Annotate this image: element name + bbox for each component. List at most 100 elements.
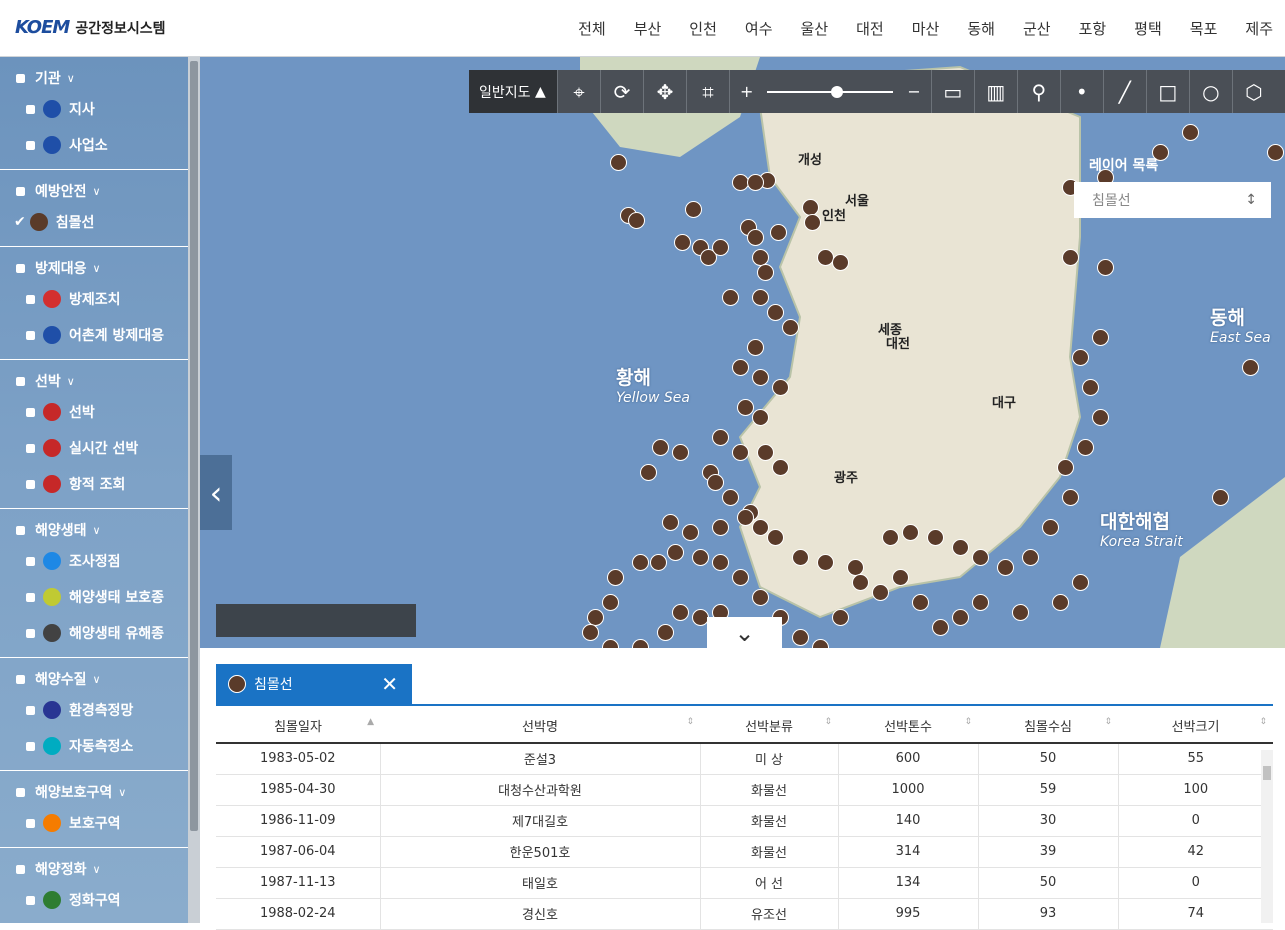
column-header[interactable]: 침몰일자 ▲ (216, 708, 380, 744)
draw-circle-icon[interactable]: ○ (1188, 70, 1232, 113)
shipwreck-marker-icon[interactable] (712, 239, 729, 256)
shipwreck-marker-icon[interactable] (817, 554, 834, 571)
shipwreck-marker-icon[interactable] (640, 464, 657, 481)
shipwreck-marker-icon[interactable] (882, 529, 899, 546)
sort-icon[interactable]: ⇕ (1259, 717, 1267, 727)
shipwreck-marker-icon[interactable] (832, 254, 849, 271)
refresh-icon[interactable]: ⟳ (600, 70, 643, 113)
shipwreck-marker-icon[interactable] (852, 574, 869, 591)
sort-icon[interactable]: ⇕ (1104, 717, 1112, 727)
shipwreck-marker-icon[interactable] (732, 359, 749, 376)
shipwreck-marker-icon[interactable] (737, 509, 754, 526)
sidebar-item[interactable]: 지사 (0, 91, 188, 127)
nav-item[interactable]: 여수 (745, 18, 773, 39)
collapse-panel-button[interactable]: ⌄ (707, 617, 782, 648)
nav-item[interactable]: 목포 (1190, 18, 1218, 39)
layer-select[interactable]: 침몰선 ↕ (1074, 182, 1271, 218)
shipwreck-marker-icon[interactable] (767, 304, 784, 321)
draw-rectangle-icon[interactable]: □ (1145, 70, 1189, 113)
draw-polygon-icon[interactable]: ⬡ (1231, 70, 1275, 113)
shipwreck-marker-icon[interactable] (752, 589, 769, 606)
shipwreck-marker-icon[interactable] (674, 234, 691, 251)
shipwreck-marker-icon[interactable] (650, 554, 667, 571)
shipwreck-marker-icon[interactable] (737, 399, 754, 416)
shipwreck-marker-icon[interactable] (607, 569, 624, 586)
sidebar-item[interactable]: 환경측정망 (0, 692, 188, 728)
column-header[interactable]: 선박분류 ⇕ (700, 708, 838, 744)
column-header[interactable]: 선박톤수 ⇕ (838, 708, 978, 744)
shipwreck-marker-icon[interactable] (652, 439, 669, 456)
zoom-slider-knob[interactable] (831, 85, 844, 98)
sidebar-group-header[interactable]: 해양보호구역 ∨ (0, 779, 188, 805)
shipwreck-marker-icon[interactable] (952, 609, 969, 626)
sidebar-item[interactable]: 선박 (0, 394, 188, 430)
measure-distance-icon[interactable]: ▭ (930, 70, 974, 113)
nav-item[interactable]: 군산 (1023, 18, 1051, 39)
sidebar-item[interactable]: ✔ 침몰선 (0, 204, 188, 240)
column-header[interactable]: 침몰수심 ⇕ (978, 708, 1118, 744)
sidebar-scroll-thumb[interactable] (190, 61, 198, 831)
sidebar-item[interactable]: 사업소 (0, 127, 188, 163)
nav-item[interactable]: 평택 (1134, 18, 1162, 39)
zoom-control[interactable]: + − (729, 70, 931, 113)
shipwreck-marker-icon[interactable] (927, 529, 944, 546)
shipwreck-marker-icon[interactable] (707, 474, 724, 491)
shipwreck-marker-icon[interactable] (1012, 604, 1029, 621)
shipwreck-marker-icon[interactable] (792, 629, 809, 646)
logo[interactable]: KOEM 공간정보시스템 (15, 17, 165, 38)
sidebar-item[interactable]: 정화구역 (0, 882, 188, 918)
shipwreck-marker-icon[interactable] (732, 569, 749, 586)
shipwreck-marker-icon[interactable] (1072, 574, 1089, 591)
pan-move-icon[interactable]: ✥ (643, 70, 686, 113)
nav-item[interactable]: 인천 (689, 18, 717, 39)
shipwreck-marker-icon[interactable] (712, 554, 729, 571)
shipwreck-marker-icon[interactable] (1077, 439, 1094, 456)
shipwreck-marker-icon[interactable] (767, 529, 784, 546)
sidebar-item[interactable]: 방제조치 (0, 281, 188, 317)
shipwreck-marker-icon[interactable] (712, 519, 729, 536)
sidebar-item[interactable]: 어촌계 방제대응 (0, 317, 188, 353)
shipwreck-marker-icon[interactable] (772, 379, 789, 396)
sidebar-group-header[interactable]: 해양수질 ∨ (0, 666, 188, 692)
shipwreck-marker-icon[interactable] (722, 289, 739, 306)
sort-icon[interactable]: ▲ (367, 717, 374, 727)
tab-shipwreck[interactable]: 침몰선 ✕ (216, 664, 412, 704)
shipwreck-marker-icon[interactable] (757, 444, 774, 461)
shipwreck-marker-icon[interactable] (770, 224, 787, 241)
zoom-area-icon[interactable]: ⚲ (1016, 70, 1060, 113)
sidebar-item[interactable]: 보호구역 (0, 805, 188, 841)
shipwreck-marker-icon[interactable] (792, 549, 809, 566)
nav-item[interactable]: 전체 (578, 18, 606, 39)
shipwreck-marker-icon[interactable] (1212, 489, 1229, 506)
shipwreck-marker-icon[interactable] (1242, 359, 1259, 376)
shipwreck-marker-icon[interactable] (602, 594, 619, 611)
table-scrollbar[interactable] (1261, 750, 1273, 923)
shipwreck-marker-icon[interactable] (685, 201, 702, 218)
shipwreck-marker-icon[interactable] (1057, 459, 1074, 476)
shipwreck-marker-icon[interactable] (752, 519, 769, 536)
nav-item[interactable]: 부산 (634, 18, 662, 39)
base-map-select[interactable]: 일반지도 ▲ (469, 70, 557, 113)
shipwreck-marker-icon[interactable] (872, 584, 889, 601)
shipwreck-marker-icon[interactable] (682, 524, 699, 541)
table-row[interactable]: 1985-04-30 대청수산과학원 화물선 1000 59 100 (216, 774, 1273, 806)
nav-item[interactable]: 대전 (856, 18, 884, 39)
shipwreck-marker-icon[interactable] (804, 214, 821, 231)
shipwreck-marker-icon[interactable] (1052, 594, 1069, 611)
nav-item[interactable]: 동해 (967, 18, 995, 39)
sidebar-scrollbar[interactable] (188, 57, 200, 923)
shipwreck-marker-icon[interactable] (747, 174, 764, 191)
sidebar-group-header[interactable]: 예방안전 ∨ (0, 178, 188, 204)
shipwreck-marker-icon[interactable] (747, 339, 764, 356)
shipwreck-marker-icon[interactable] (902, 524, 919, 541)
sidebar-group-header[interactable]: 방제대응 ∨ (0, 255, 188, 281)
table-row[interactable]: 1987-06-04 한운501호 화물선 314 39 42 (216, 836, 1273, 868)
sort-icon[interactable]: ⇕ (686, 717, 694, 727)
shipwreck-marker-icon[interactable] (672, 444, 689, 461)
shipwreck-marker-icon[interactable] (712, 429, 729, 446)
shipwreck-marker-icon[interactable] (582, 624, 599, 641)
sidebar-group-header[interactable]: 기관 ∨ (0, 65, 188, 91)
zoom-slider[interactable] (767, 85, 894, 98)
shipwreck-marker-icon[interactable] (912, 594, 929, 611)
shipwreck-marker-icon[interactable] (632, 554, 649, 571)
